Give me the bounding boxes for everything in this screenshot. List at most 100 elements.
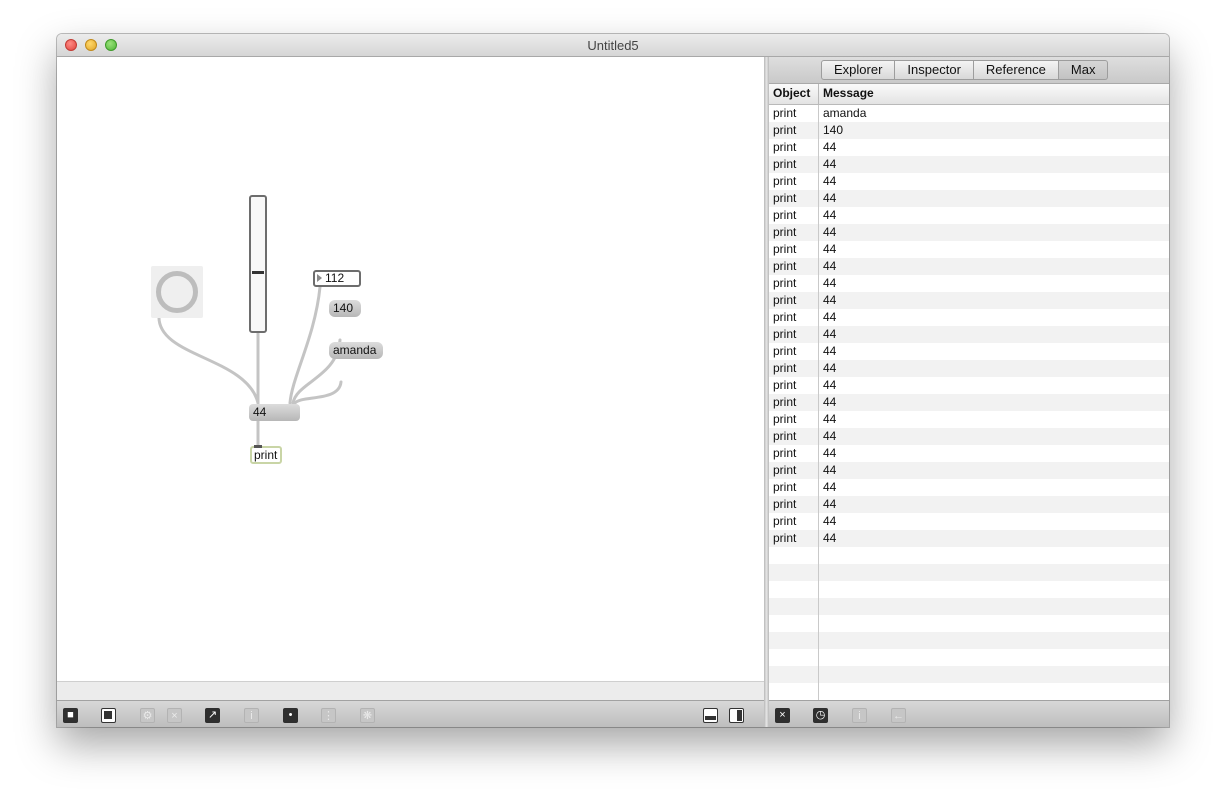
console-row-message: 44 bbox=[823, 480, 837, 494]
console-row[interactable]: print 44 bbox=[769, 190, 1169, 207]
sidebar-tab-bar: Explorer Inspector Reference Max bbox=[769, 57, 1169, 84]
toolbox-icon[interactable]: ⚙ bbox=[140, 708, 155, 723]
message-box-44[interactable]: 44 bbox=[249, 404, 300, 421]
console-row-object: print bbox=[773, 293, 797, 307]
number-box-value: 112 bbox=[325, 271, 345, 285]
title-bar[interactable]: Untitled5 bbox=[57, 34, 1169, 57]
console-row-message: 44 bbox=[823, 531, 837, 545]
new-view-icon[interactable] bbox=[101, 708, 116, 723]
print-object[interactable]: print bbox=[250, 445, 282, 464]
console-row-message: 44 bbox=[823, 344, 837, 358]
console-row[interactable]: print 44 bbox=[769, 173, 1169, 190]
clear-icon[interactable]: × bbox=[775, 708, 790, 723]
console-list[interactable]: print amanda print 140 print 44 print 44 print 44… bbox=[769, 105, 1169, 702]
column-header-message[interactable]: Message bbox=[823, 86, 874, 100]
console-row-message: 44 bbox=[823, 497, 837, 511]
lock-icon[interactable]: ■ bbox=[63, 708, 78, 723]
console-row[interactable]: print 44 bbox=[769, 309, 1169, 326]
history-icon[interactable]: ◷ bbox=[813, 708, 828, 723]
console-row-object: print bbox=[773, 395, 797, 409]
side-panel-icon[interactable] bbox=[729, 708, 744, 723]
info-icon[interactable]: i bbox=[852, 708, 867, 723]
console-row[interactable]: print 44 bbox=[769, 513, 1169, 530]
console-row[interactable]: print 44 bbox=[769, 496, 1169, 513]
tab-explorer[interactable]: Explorer bbox=[821, 60, 896, 80]
slider-object-icon[interactable]: • bbox=[283, 708, 298, 723]
console-row-message: amanda bbox=[823, 106, 867, 120]
info-icon[interactable]: i bbox=[244, 708, 259, 723]
console-row-message: 44 bbox=[823, 378, 837, 392]
console-row-message: 44 bbox=[823, 208, 837, 222]
console-toolbar: × ◷ i ← bbox=[769, 700, 1169, 727]
console-row-message: 44 bbox=[823, 514, 837, 528]
console-row-object: print bbox=[773, 242, 797, 256]
patcher-canvas[interactable]: 112 140 amanda 44 print bbox=[57, 57, 764, 681]
console-row-object: print bbox=[773, 208, 797, 222]
extras-icon[interactable]: ❋ bbox=[360, 708, 375, 723]
console-row-message: 44 bbox=[823, 463, 837, 477]
console-row-object: print bbox=[773, 123, 797, 137]
tab-reference[interactable]: Reference bbox=[973, 60, 1059, 80]
console-row-object: print bbox=[773, 106, 797, 120]
console-row[interactable]: print 44 bbox=[769, 156, 1169, 173]
console-row[interactable]: print 44 bbox=[769, 479, 1169, 496]
clear-icon[interactable]: × bbox=[167, 708, 182, 723]
console-row[interactable]: print 44 bbox=[769, 377, 1169, 394]
console-row-object: print bbox=[773, 378, 797, 392]
console-row-object: print bbox=[773, 225, 797, 239]
console-row-object: print bbox=[773, 157, 797, 171]
grid-icon[interactable]: ⋮ bbox=[321, 708, 336, 723]
patch-cables bbox=[157, 285, 343, 448]
console-row[interactable]: print 44 bbox=[769, 224, 1169, 241]
console-row-message: 44 bbox=[823, 174, 837, 188]
console-row-object: print bbox=[773, 191, 797, 205]
console-row[interactable]: print 44 bbox=[769, 360, 1169, 377]
console-row-object: print bbox=[773, 361, 797, 375]
dial-object[interactable] bbox=[151, 266, 203, 318]
column-header-object[interactable]: Object bbox=[773, 86, 810, 100]
patcher-window: Untitled5 112 140 amanda 44 print ■ ⚙ × … bbox=[57, 34, 1169, 727]
console-row-object: print bbox=[773, 446, 797, 460]
console-row[interactable]: print 140 bbox=[769, 122, 1169, 139]
console-row-message: 44 bbox=[823, 225, 837, 239]
slider-object[interactable] bbox=[249, 195, 267, 333]
console-row[interactable]: print 44 bbox=[769, 292, 1169, 309]
number-box[interactable]: 112 bbox=[313, 270, 361, 287]
message-box-140[interactable]: 140 bbox=[329, 300, 361, 317]
dial-ring bbox=[156, 271, 198, 313]
print-inlet[interactable] bbox=[254, 445, 262, 448]
console-row[interactable]: print 44 bbox=[769, 207, 1169, 224]
console-row-message: 44 bbox=[823, 446, 837, 460]
console-row-object: print bbox=[773, 412, 797, 426]
console-row[interactable]: print 44 bbox=[769, 139, 1169, 156]
console-row[interactable]: print 44 bbox=[769, 462, 1169, 479]
console-row[interactable]: print 44 bbox=[769, 394, 1169, 411]
console-row[interactable]: print 44 bbox=[769, 343, 1169, 360]
console-row-object: print bbox=[773, 276, 797, 290]
console-row-object: print bbox=[773, 514, 797, 528]
presentation-icon[interactable]: ↗ bbox=[205, 708, 220, 723]
console-row[interactable]: print 44 bbox=[769, 411, 1169, 428]
console-row[interactable]: print 44 bbox=[769, 428, 1169, 445]
console-row[interactable]: print 44 bbox=[769, 445, 1169, 462]
console-row[interactable]: print 44 bbox=[769, 241, 1169, 258]
console-row[interactable]: print 44 bbox=[769, 275, 1169, 292]
console-row-object: print bbox=[773, 344, 797, 358]
console-row[interactable]: print 44 bbox=[769, 530, 1169, 547]
patcher-horizontal-scrollbar[interactable] bbox=[57, 681, 764, 700]
console-row[interactable]: print 44 bbox=[769, 258, 1169, 275]
print-object-label: print bbox=[254, 448, 278, 462]
back-icon[interactable]: ← bbox=[891, 708, 906, 723]
bottom-panel-icon[interactable] bbox=[703, 708, 718, 723]
console-row[interactable]: print 44 bbox=[769, 326, 1169, 343]
tab-inspector[interactable]: Inspector bbox=[895, 60, 974, 80]
tab-max[interactable]: Max bbox=[1058, 60, 1109, 80]
column-divider[interactable] bbox=[818, 84, 819, 104]
slider-knob[interactable] bbox=[252, 271, 264, 274]
console-row[interactable]: print amanda bbox=[769, 105, 1169, 122]
console-row-object: print bbox=[773, 463, 797, 477]
message-box-amanda[interactable]: amanda bbox=[329, 342, 383, 359]
sidebar-tabs: Explorer Inspector Reference Max bbox=[821, 60, 1109, 80]
console-row-message: 44 bbox=[823, 327, 837, 341]
console-row-message: 44 bbox=[823, 361, 837, 375]
